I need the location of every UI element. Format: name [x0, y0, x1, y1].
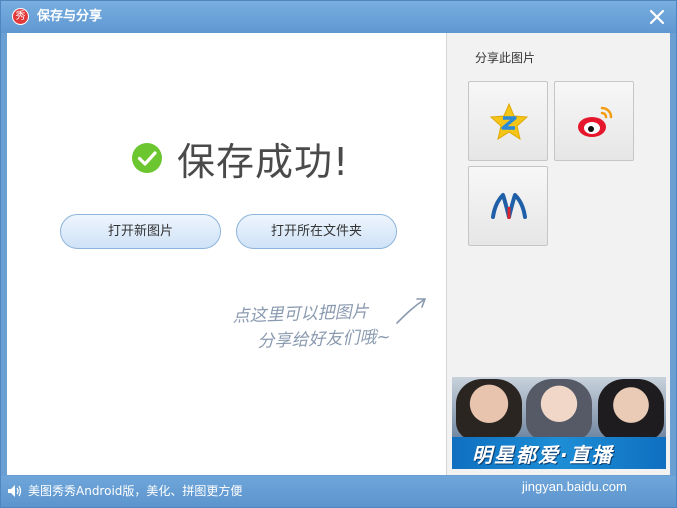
- share-hint-line1: 点这里可以把图片: [232, 302, 369, 327]
- watermark: jingyan.baidu.com: [522, 479, 627, 494]
- live-ad-banner[interactable]: 明星都爱·直播: [452, 377, 666, 469]
- share-qzone-button[interactable]: [468, 81, 548, 161]
- ad-text: 明星都爱·直播: [472, 443, 614, 467]
- ad-photo: [598, 379, 664, 441]
- renren-icon: [491, 193, 527, 219]
- share-panel-title: 分享此图片: [475, 51, 536, 65]
- speaker-icon: [8, 485, 22, 497]
- open-new-image-button[interactable]: 打开新图片: [60, 214, 221, 249]
- weibo-icon: [578, 106, 613, 137]
- save-share-window: 秀 保存与分享 保存成功! 打开新图片 打开所在文件夹 点这里可以把图片 分享给…: [0, 0, 677, 508]
- close-icon: [649, 9, 665, 25]
- main-panel: 保存成功! 打开新图片 打开所在文件夹 点这里可以把图片 分享给好友们哦~: [7, 33, 446, 475]
- status-bar: 美图秀秀Android版，美化、拼图更方便 jingyan.baidu.com: [1, 476, 676, 507]
- share-hint-line2: 分享给好友们哦~: [257, 327, 392, 352]
- promo-link[interactable]: 美图秀秀Android版，美化、拼图更方便: [28, 483, 242, 499]
- share-hint: 点这里可以把图片 分享给好友们哦~: [232, 298, 391, 355]
- share-renren-button[interactable]: [468, 166, 548, 246]
- check-circle-icon: [132, 143, 162, 173]
- arrow-icon: [396, 298, 426, 324]
- qzone-icon: [489, 102, 529, 141]
- open-folder-button[interactable]: 打开所在文件夹: [236, 214, 397, 249]
- success-text: 保存成功!: [177, 139, 350, 184]
- title-bar[interactable]: 秀 保存与分享: [1, 1, 676, 33]
- success-message: 保存成功!: [131, 133, 350, 184]
- close-button[interactable]: [646, 6, 668, 28]
- ad-photo: [526, 379, 592, 441]
- meitu-app-icon: 秀: [12, 8, 29, 25]
- share-weibo-button[interactable]: [554, 81, 634, 161]
- share-panel: 分享此图片 明星都爱·直播: [446, 33, 670, 475]
- dialog-content: 保存成功! 打开新图片 打开所在文件夹 点这里可以把图片 分享给好友们哦~ 分享…: [7, 33, 670, 475]
- window-title: 保存与分享: [37, 9, 103, 24]
- ad-photo: [456, 379, 522, 441]
